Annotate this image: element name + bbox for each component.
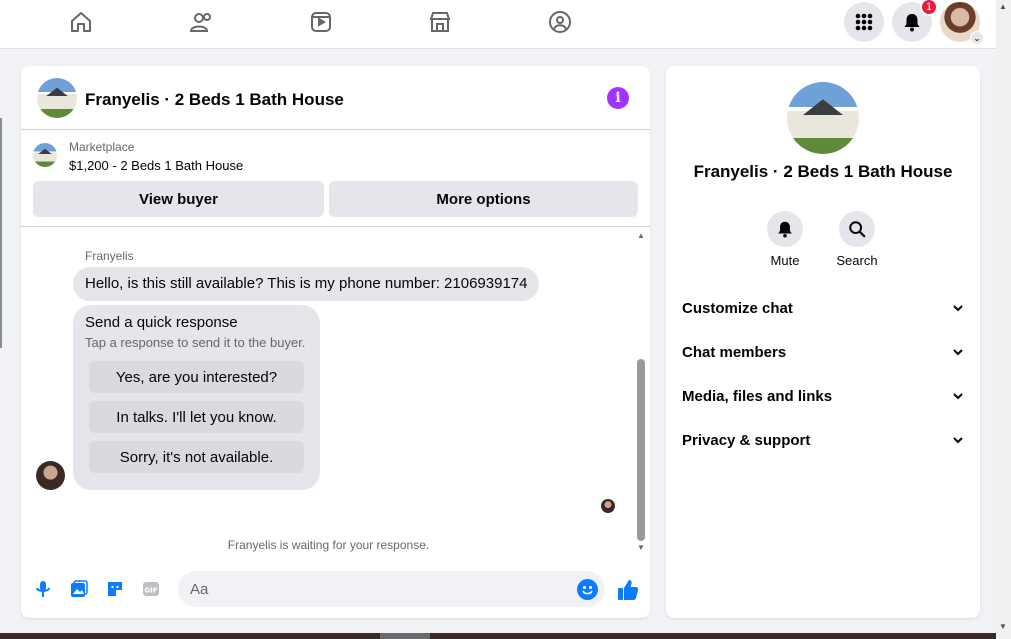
- notifications-button[interactable]: 1: [892, 0, 938, 42]
- chat-header: Franyelis · 2 Beds 1 Bath House i: [21, 66, 650, 130]
- section-label: Privacy & support: [682, 431, 811, 449]
- quick-response-yes[interactable]: Yes, are you interested?: [89, 361, 304, 393]
- section-label: Customize chat: [682, 299, 793, 317]
- microphone-icon[interactable]: [32, 578, 54, 600]
- taskbar-item[interactable]: [380, 633, 430, 639]
- message-list: Franyelis Hello, is this still available…: [21, 227, 636, 557]
- chevron-down-icon: [953, 349, 963, 356]
- buyer-avatar[interactable]: [36, 461, 65, 490]
- conversation-info-panel: Franyelis · 2 Beds 1 Bath House Mute Sea…: [666, 66, 980, 618]
- bell-icon: [904, 14, 920, 32]
- chevron-down-icon: [953, 437, 963, 444]
- listing-photo[interactable]: [787, 82, 859, 154]
- more-options-button[interactable]: More options: [329, 181, 638, 217]
- home-icon[interactable]: [68, 9, 94, 35]
- scroll-down-arrow-icon[interactable]: ▼: [637, 543, 645, 552]
- scrollbar-thumb[interactable]: [637, 359, 645, 541]
- chat-title[interactable]: Franyelis · 2 Beds 1 Bath House: [85, 90, 344, 110]
- mute-button[interactable]: Mute: [755, 211, 815, 268]
- section-chat-members[interactable]: Chat members: [666, 330, 980, 374]
- watch-icon[interactable]: [308, 9, 334, 35]
- top-navigation: 1 ⌄: [0, 0, 996, 49]
- svg-text:GIF: GIF: [144, 587, 157, 595]
- chevron-down-icon: [953, 393, 963, 400]
- listing-title: $1,200 - 2 Beds 1 Bath House: [69, 158, 244, 173]
- scroll-up-arrow-icon[interactable]: ▲: [637, 231, 645, 240]
- listing-thumbnail: [33, 143, 57, 167]
- gif-icon[interactable]: GIF: [140, 578, 162, 600]
- search-label: Search: [836, 253, 878, 268]
- chevron-down-icon: [953, 305, 963, 312]
- message-input[interactable]: [178, 571, 605, 607]
- notification-badge: 1: [920, 0, 938, 16]
- grid-menu-icon: [855, 13, 873, 31]
- section-customize-chat[interactable]: Customize chat: [666, 286, 980, 330]
- marketplace-listing[interactable]: Marketplace $1,200 - 2 Beds 1 Bath House: [21, 131, 650, 181]
- menu-button[interactable]: [844, 2, 884, 42]
- groups-icon[interactable]: [547, 9, 573, 35]
- taskbar-strip: [0, 633, 996, 639]
- search-button[interactable]: Search: [827, 211, 887, 268]
- chat-panel: Franyelis · 2 Beds 1 Bath House i Market…: [21, 66, 650, 618]
- left-edge-scroll: [0, 118, 2, 348]
- section-media-files-links[interactable]: Media, files and links: [666, 374, 980, 418]
- window-scrollbar[interactable]: ▲ ▼: [996, 0, 1011, 639]
- info-icon[interactable]: i: [607, 87, 629, 109]
- message-scrollbar[interactable]: ▲ ▼: [635, 231, 647, 553]
- view-buyer-button[interactable]: View buyer: [33, 181, 324, 217]
- section-privacy-support[interactable]: Privacy & support: [666, 418, 980, 462]
- profile-avatar[interactable]: ⌄: [940, 2, 984, 45]
- scroll-down-arrow-icon[interactable]: ▼: [999, 622, 1007, 631]
- mute-label: Mute: [770, 253, 800, 268]
- quick-response-subtitle: Tap a response to send it to the buyer.: [85, 335, 306, 350]
- marketplace-label: Marketplace: [69, 140, 135, 154]
- sender-name: Franyelis: [85, 249, 134, 263]
- message-bubble[interactable]: Hello, is this still available? This is …: [73, 267, 540, 301]
- marketplace-icon[interactable]: [427, 9, 453, 35]
- quick-response-card: Send a quick response Tap a response to …: [73, 305, 320, 490]
- quick-response-in-talks[interactable]: In talks. I'll let you know.: [89, 401, 304, 433]
- quick-response-title: Send a quick response: [85, 314, 238, 331]
- info-panel-title: Franyelis · 2 Beds 1 Bath House: [693, 162, 953, 181]
- sticker-icon[interactable]: [104, 578, 126, 600]
- search-icon: [839, 211, 875, 247]
- quick-response-not-available[interactable]: Sorry, it's not available.: [89, 441, 304, 473]
- like-icon[interactable]: [616, 578, 640, 602]
- waiting-status: Franyelis is waiting for your response.: [227, 538, 430, 552]
- seen-indicator: [601, 499, 615, 513]
- emoji-icon[interactable]: [577, 579, 598, 600]
- section-label: Media, files and links: [682, 387, 833, 405]
- photo-icon[interactable]: [68, 578, 90, 600]
- listing-avatar[interactable]: [37, 78, 77, 118]
- chevron-down-icon: ⌄: [970, 31, 984, 45]
- section-label: Chat members: [682, 343, 787, 361]
- friends-icon[interactable]: [188, 9, 214, 35]
- scroll-up-arrow-icon[interactable]: ▲: [999, 2, 1007, 11]
- bell-icon: [767, 211, 803, 247]
- message-composer: GIF: [21, 566, 650, 614]
